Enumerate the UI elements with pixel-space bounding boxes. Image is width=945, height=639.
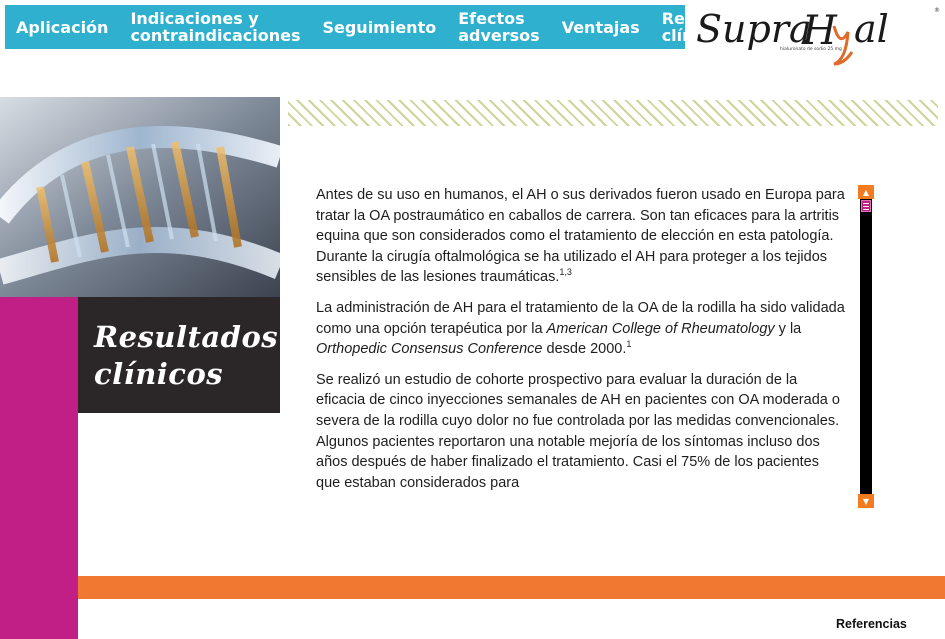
triangle-up-icon[interactable]: ▲ <box>858 185 874 199</box>
paragraph-3-text: Se realizó un estudio de cohorte prospec… <box>316 371 840 491</box>
paragraph-2-org-1: American College of Rheumatology <box>546 320 775 337</box>
reference-superscript: 1,3 <box>559 267 572 278</box>
paragraph-2-text-c: desde 2000. <box>542 341 627 358</box>
scrollbar-thumb[interactable] <box>861 200 871 212</box>
svg-text:hialuronato de sodio 25 mg: hialuronato de sodio 25 mg <box>780 46 842 52</box>
magenta-sidebar-band <box>0 297 78 639</box>
section-title-line-1: Resultados <box>94 320 279 354</box>
dna-helix-image <box>0 97 280 297</box>
main-nav: Aplicación Indicaciones y contraindicaci… <box>5 5 762 49</box>
svg-text:Supra: Supra <box>696 7 812 51</box>
scrollbar-track[interactable] <box>860 185 872 508</box>
paragraph-2-text-b: y la <box>774 320 802 337</box>
svg-text:al: al <box>854 7 889 51</box>
nav-item-indicaciones[interactable]: Indicaciones y contraindicaciones <box>119 5 311 49</box>
svg-text:®: ® <box>934 7 940 14</box>
section-title-line-2: clínicos <box>94 357 224 391</box>
content-scrollbar[interactable]: ▲ ▼ <box>858 185 874 508</box>
paragraph-1-text: Antes de su uso en humanos, el AH o sus … <box>316 187 845 286</box>
triangle-down-icon[interactable]: ▼ <box>858 494 874 508</box>
paragraph-3: Se realizó un estudio de cohorte prospec… <box>316 370 846 494</box>
brand-logo: Supra H al ® hialuronato de sodio 25 mg <box>696 7 940 66</box>
paragraph-2-org-2: Orthopedic Consensus Conference <box>316 341 543 358</box>
section-title-box: Resultados clínicos <box>78 297 280 413</box>
paragraph-1: Antes de su uso en humanos, el AH o sus … <box>316 185 846 288</box>
orange-footer-band <box>78 576 945 599</box>
nav-item-ventajas[interactable]: Ventajas <box>551 5 651 49</box>
paragraph-2: La administración de AH para el tratamie… <box>316 298 846 360</box>
content-text-area: Antes de su uso en humanos, el AH o sus … <box>316 185 846 507</box>
nav-item-seguimiento[interactable]: Seguimiento <box>311 5 447 49</box>
hatched-divider <box>288 100 938 126</box>
references-link[interactable]: Referencias <box>836 617 907 631</box>
reference-superscript: 1 <box>626 339 632 350</box>
nav-item-efectos-adversos[interactable]: Efectos adversos <box>447 5 550 49</box>
nav-item-aplicacion[interactable]: Aplicación <box>5 5 119 49</box>
